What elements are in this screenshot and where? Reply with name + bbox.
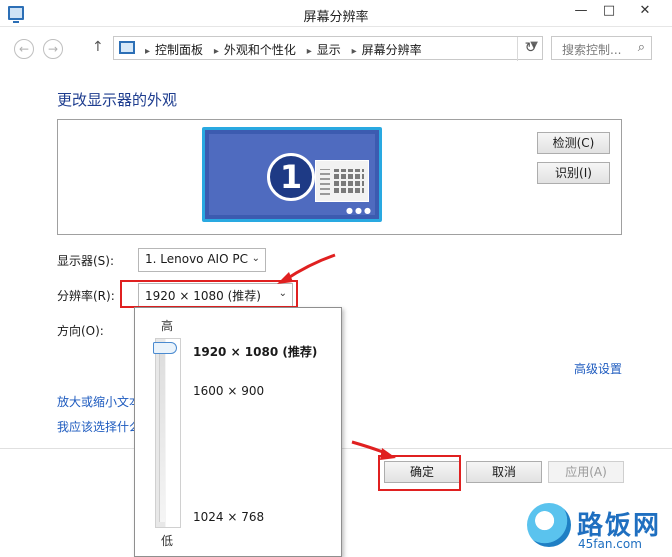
chevron-down-icon: ⌄ <box>251 253 260 264</box>
resolution-dropdown: 高 1920 × 1080 (推荐) 1600 × 900 1024 × 768… <box>134 307 342 557</box>
breadcrumb-resolution[interactable]: 屏幕分辨率 <box>362 43 422 57</box>
search-input[interactable]: 搜索控制... ⌕ <box>551 36 652 60</box>
page-title: 更改显示器的外观 <box>57 91 178 109</box>
watermark-url: 45fan.com <box>578 537 642 551</box>
navigation-bar: ← → ↑ ▸ 控制面板 ▸ 外观和个性化 ▸ 显示 ▸ 屏幕分辨率 ▼ ↻ 搜索控制.… <box>0 27 672 69</box>
forward-icon[interactable]: → <box>43 39 63 59</box>
address-bar[interactable]: ▸ 控制面板 ▸ 外观和个性化 ▸ 显示 ▸ 屏幕分辨率 ▼ <box>113 36 543 60</box>
enlarge-text-link[interactable]: 放大或缩小文本 <box>57 393 141 410</box>
maximize-button[interactable]: □ <box>594 0 624 24</box>
control-panel-icon <box>119 41 135 54</box>
search-icon[interactable]: ⌕ <box>638 40 645 55</box>
apply-button[interactable]: 应用(A) <box>548 461 624 483</box>
minimize-button[interactable]: — <box>566 0 596 24</box>
breadcrumb-control-panel[interactable]: 控制面板 <box>155 43 203 57</box>
annotation-arrow-resolution <box>277 253 336 284</box>
watermark-logo-icon <box>527 503 571 547</box>
back-icon[interactable]: ← <box>14 39 34 59</box>
resolution-slider-thumb[interactable] <box>153 342 177 354</box>
resolution-option[interactable]: 1024 × 768 <box>193 510 264 524</box>
resolution-option[interactable]: 1600 × 900 <box>193 384 264 398</box>
title-bar: 屏幕分辨率 — □ ✕ <box>0 0 672 27</box>
identify-button[interactable]: 识别(I) <box>537 162 610 184</box>
detect-button[interactable]: 检测(C) <box>537 132 610 154</box>
slider-low-label: 低 <box>161 534 174 548</box>
annotation-arrow-ok <box>351 440 396 460</box>
refresh-icon[interactable]: ↻ <box>517 37 543 61</box>
advanced-settings-link[interactable]: 高级设置 <box>574 360 622 377</box>
slider-high-label: 高 <box>161 319 174 333</box>
cancel-button[interactable]: 取消 <box>466 461 542 483</box>
resolution-option[interactable]: 1920 × 1080 (推荐) <box>193 343 317 360</box>
resolution-label: 分辨率(R): <box>57 289 115 303</box>
apps-grid-icon <box>315 160 369 202</box>
highlight-box-resolution <box>120 280 298 308</box>
which-settings-link[interactable]: 我应该选择什么 <box>57 418 141 435</box>
display-value: 1. Lenovo AIO PC <box>145 252 248 266</box>
display-select[interactable]: 1. Lenovo AIO PC ⌄ <box>138 248 266 272</box>
up-icon[interactable]: ↑ <box>92 39 104 55</box>
breadcrumb-appearance[interactable]: 外观和个性化 <box>224 43 296 57</box>
monitor-number: 1 <box>267 153 315 201</box>
close-button[interactable]: ✕ <box>622 0 668 24</box>
breadcrumb: ▸ 控制面板 ▸ 外观和个性化 ▸ 显示 ▸ 屏幕分辨率 <box>145 43 422 57</box>
monitor-thumbnail[interactable]: 1 ●●● <box>202 127 382 222</box>
orientation-label: 方向(O): <box>57 324 104 338</box>
display-label: 显示器(S): <box>57 254 115 268</box>
search-placeholder: 搜索控制... <box>562 43 622 57</box>
breadcrumb-display[interactable]: 显示 <box>317 43 341 57</box>
dots-icon: ●●● <box>346 206 373 215</box>
